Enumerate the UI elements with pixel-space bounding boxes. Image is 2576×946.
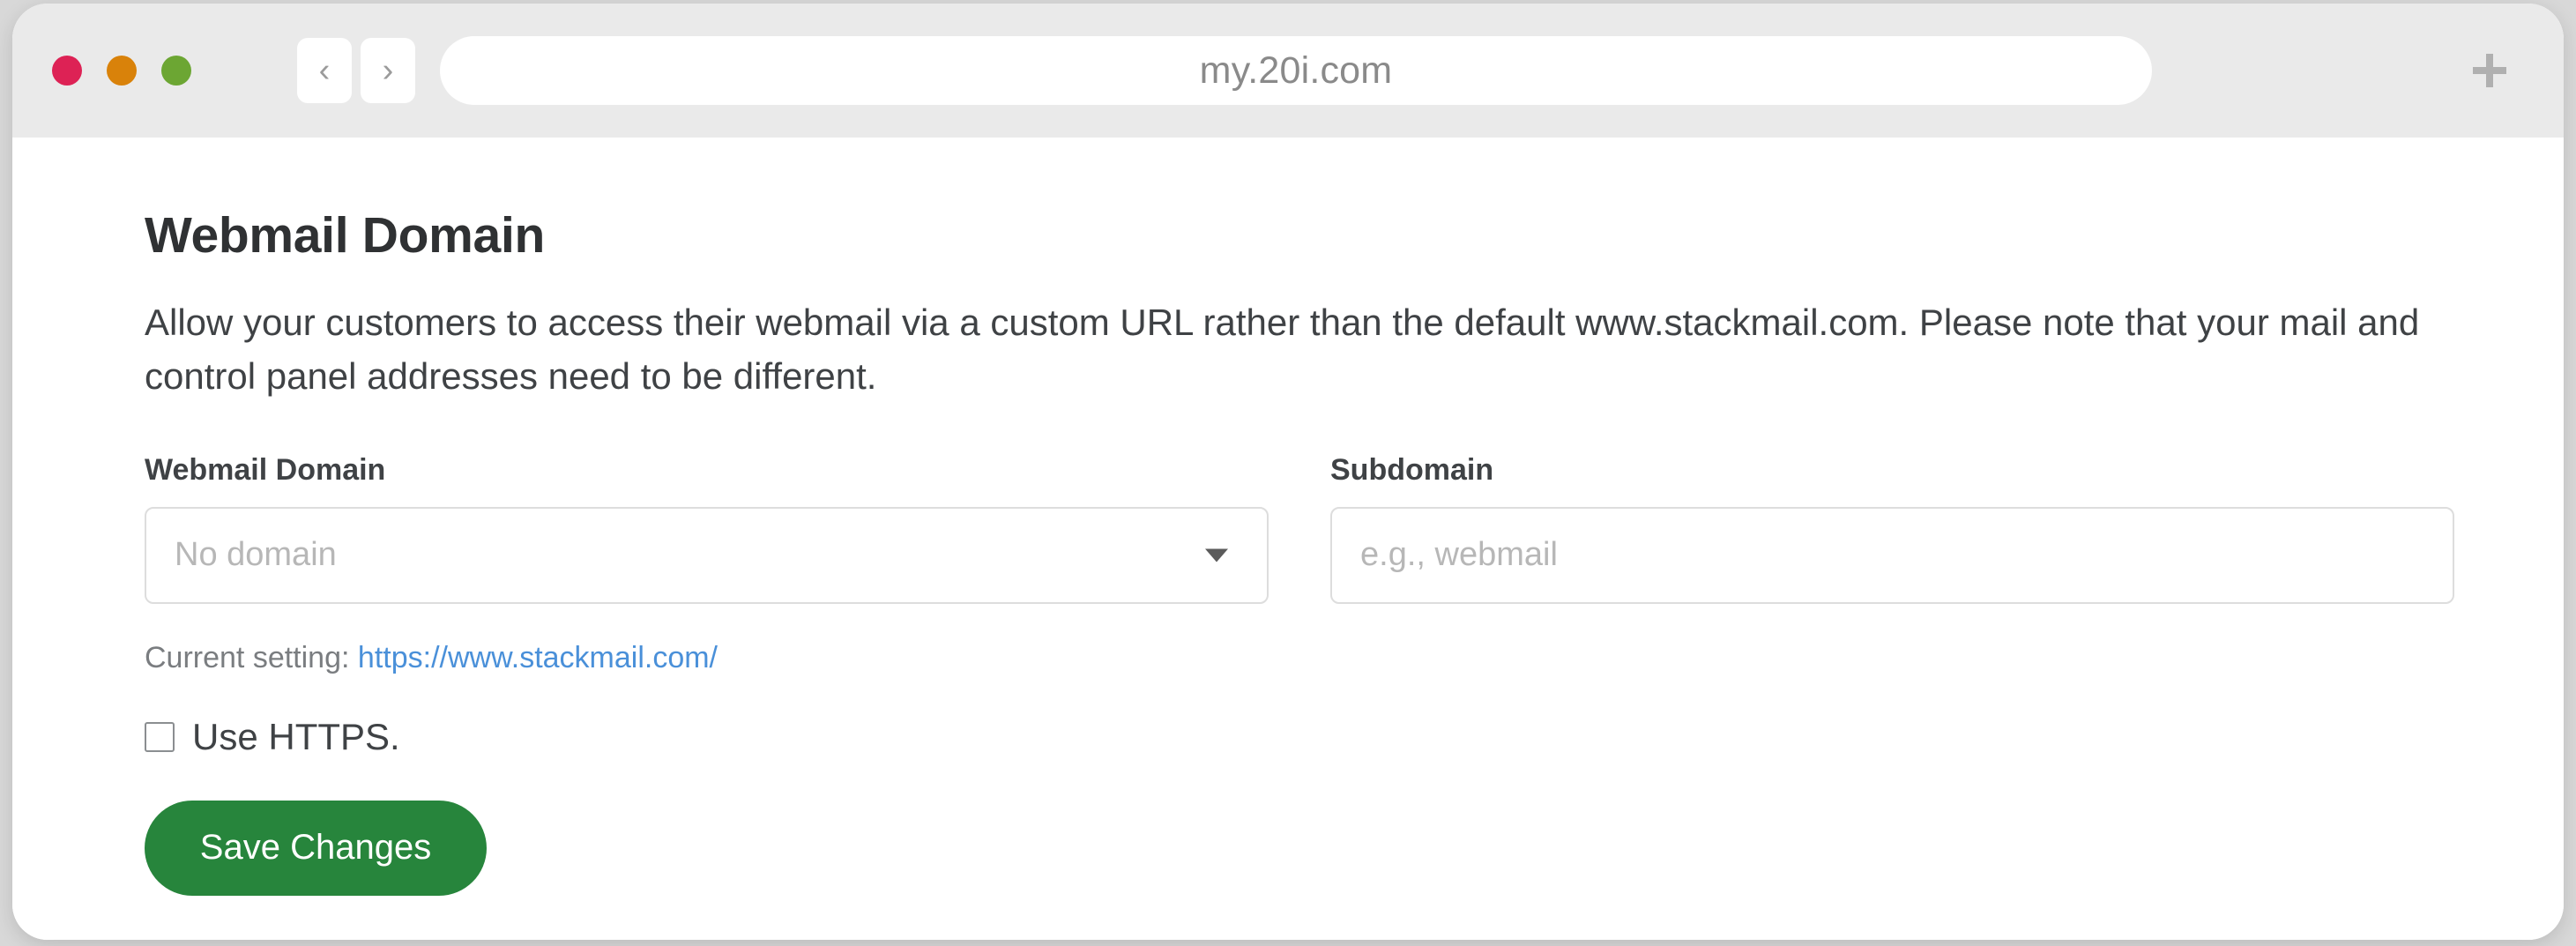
page-description: Allow your customers to access their web… bbox=[145, 302, 2420, 397]
current-setting-prefix: Current setting: bbox=[145, 640, 350, 674]
chevron-right-icon: › bbox=[382, 52, 394, 89]
close-window-button[interactable] bbox=[52, 56, 82, 86]
back-button[interactable]: ‹ bbox=[297, 38, 352, 103]
use-https-label: Use HTTPS. bbox=[192, 715, 400, 757]
new-tab-icon[interactable] bbox=[2467, 48, 2513, 93]
navigation-buttons: ‹ › bbox=[297, 38, 415, 103]
subdomain-input-wrapper[interactable]: e.g., webmail bbox=[1330, 506, 2454, 604]
subdomain-label: Subdomain bbox=[1330, 452, 1494, 487]
page-content: Webmail Domain Allow your customers to a… bbox=[12, 138, 2564, 940]
chevron-down-icon bbox=[1205, 548, 1228, 562]
webmail-domain-label: Webmail Domain bbox=[145, 452, 386, 487]
page-title: Webmail Domain bbox=[145, 207, 545, 264]
current-setting: Current setting: https://www.stackmail.c… bbox=[145, 641, 2431, 675]
address-bar-url: my.20i.com bbox=[1199, 48, 1393, 92]
webmail-domain-field: Webmail Domain No domain bbox=[145, 453, 1269, 604]
use-https-row[interactable]: Use HTTPS. bbox=[145, 716, 2431, 758]
use-https-checkbox[interactable] bbox=[145, 721, 175, 752]
subdomain-field: Subdomain e.g., webmail bbox=[1330, 453, 2454, 604]
maximize-window-button[interactable] bbox=[161, 56, 191, 86]
browser-titlebar: ‹ › my.20i.com bbox=[12, 4, 2564, 138]
form-fields-row: Webmail Domain No domain Subdomain e.g.,… bbox=[145, 453, 2454, 604]
browser-window: ‹ › my.20i.com Webmail Domain Allow your… bbox=[12, 4, 2564, 940]
minimize-window-button[interactable] bbox=[107, 56, 137, 86]
webmail-domain-select[interactable]: No domain bbox=[145, 506, 1269, 604]
window-controls bbox=[52, 56, 191, 86]
subdomain-input-placeholder: e.g., webmail bbox=[1360, 536, 1558, 574]
save-changes-button[interactable]: Save Changes bbox=[145, 800, 487, 896]
current-setting-link[interactable]: https://www.stackmail.com/ bbox=[358, 641, 718, 674]
chevron-left-icon: ‹ bbox=[318, 52, 331, 89]
forward-button[interactable]: › bbox=[361, 38, 415, 103]
webmail-domain-selected-value: No domain bbox=[175, 536, 337, 574]
address-bar[interactable]: my.20i.com bbox=[440, 36, 2152, 105]
